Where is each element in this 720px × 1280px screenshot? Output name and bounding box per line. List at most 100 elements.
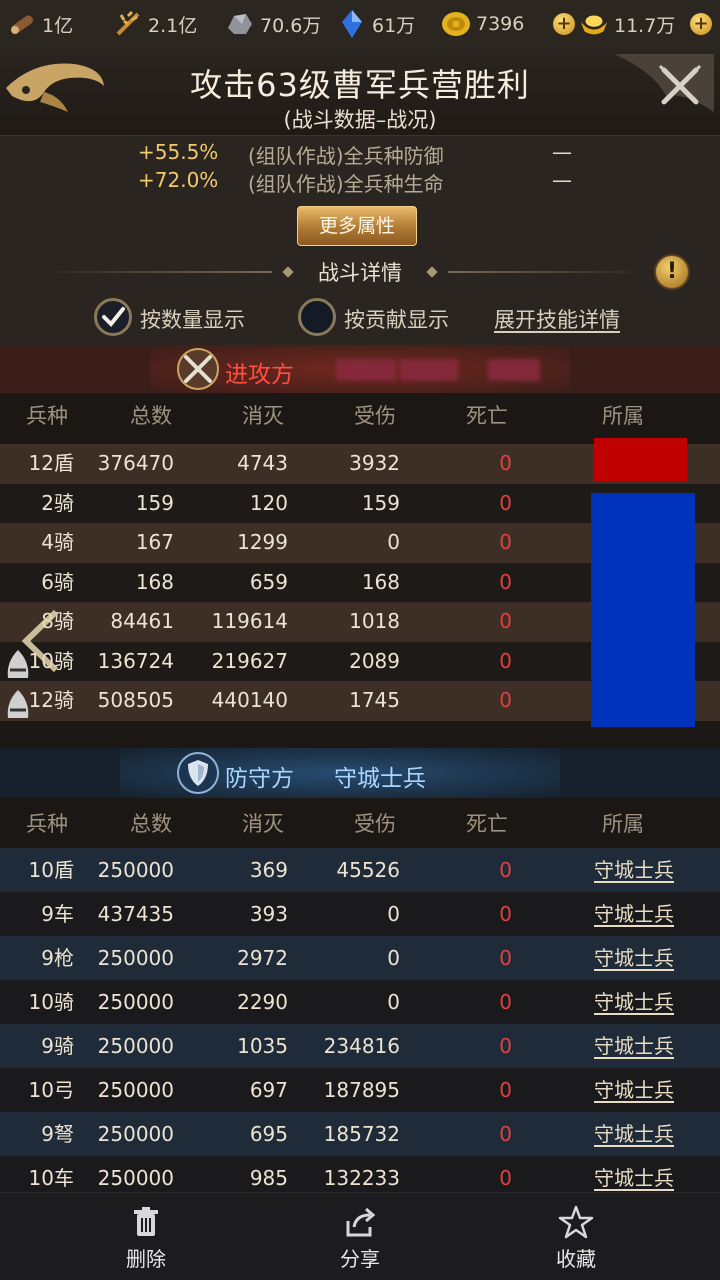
cell-kills: 2972 (237, 946, 288, 970)
cell-wounded: 0 (387, 902, 400, 926)
cell-wounded: 234816 (323, 1034, 400, 1058)
cell-kills: 120 (249, 490, 288, 515)
cell-owner[interactable]: 守城士兵 (594, 1024, 674, 1068)
cell-unit: 9弩 (41, 1122, 74, 1146)
cell-total: 376470 (97, 451, 174, 475)
by-contribution-radio[interactable] (298, 298, 336, 336)
resource-crystal: 61万 (336, 8, 415, 40)
cell-owner[interactable]: 守城士兵 (594, 1112, 674, 1156)
page-title: 攻击63级曹军兵营胜利 (190, 66, 530, 104)
cell-wounded: 0 (387, 530, 400, 554)
expand-skills-link[interactable]: 展开技能详情 (494, 304, 620, 334)
cell-owner[interactable]: 守城士兵 (594, 936, 674, 980)
cell-total: 250000 (97, 1078, 174, 1102)
resource-stone: 70.6万 (224, 8, 321, 40)
delete-button[interactable]: 删除 (96, 1205, 196, 1272)
table-row: 9车 437435 393 0 0 守城士兵 (0, 892, 720, 936)
cell-kills: 440140 (211, 688, 288, 712)
cell-kills: 219627 (211, 648, 288, 673)
cell-unit: 4骑 (41, 530, 74, 554)
cell-wounded: 187895 (323, 1078, 400, 1102)
cell-unit: 10盾 (28, 858, 74, 882)
owner-color-block (594, 438, 687, 482)
resource-gold: 11.7万 (578, 8, 675, 40)
cell-kills: 1035 (237, 1034, 288, 1058)
resource-wood: 1亿 (6, 8, 73, 40)
cell-wounded: 1018 (349, 609, 400, 633)
crossed-swords-icon (176, 347, 220, 391)
cell-dead: 0 (499, 1122, 512, 1146)
cell-total: 159 (135, 490, 174, 515)
cell-dead: 0 (499, 946, 512, 970)
cell-kills: 2290 (237, 990, 288, 1014)
attributes-panel: +55.5% (组队作战)全兵种防御 — +72.0% (组队作战)全兵种生命 … (0, 136, 720, 346)
share-button[interactable]: 分享 (310, 1205, 410, 1272)
table-row: 10弓 250000 697 187895 0 守城士兵 (0, 1068, 720, 1112)
table-row: 10盾 250000 369 45526 0 守城士兵 (0, 848, 720, 892)
cell-unit: 12盾 (28, 451, 74, 475)
cell-unit: 2骑 (41, 490, 74, 515)
cell-total: 437435 (97, 902, 174, 926)
cell-kills: 697 (249, 1078, 288, 1102)
cell-owner[interactable]: 守城士兵 (594, 1068, 674, 1112)
resource-coin: 7396 (440, 8, 524, 40)
cell-kills: 695 (249, 1122, 288, 1146)
table-row: 9枪 250000 2972 0 0 守城士兵 (0, 936, 720, 980)
add-ingot-button[interactable]: + (690, 13, 712, 35)
food-icon (112, 8, 144, 40)
cell-dead: 0 (499, 990, 512, 1014)
cell-dead: 0 (499, 1078, 512, 1102)
cell-dead: 0 (499, 1034, 512, 1058)
cell-dead: 0 (499, 530, 512, 554)
checkmark-icon (102, 307, 125, 327)
attribute-row: +72.0% (组队作战)全兵种生命 — (138, 168, 572, 196)
cell-total: 250000 (97, 990, 174, 1014)
cell-wounded: 2089 (349, 648, 400, 673)
cell-unit: 6骑 (41, 569, 74, 594)
by-count-radio[interactable] (94, 298, 132, 336)
table-row: 9骑 250000 1035 234816 0 守城士兵 (0, 1024, 720, 1068)
table-row: 9弩 250000 695 185732 0 守城士兵 (0, 1112, 720, 1156)
cell-unit: 9骑 (41, 1034, 74, 1058)
cell-wounded: 0 (387, 946, 400, 970)
resource-bar: 1亿 2.1亿 70.6万 61万 7396 + 11.7万 + (0, 0, 720, 48)
defender-header: 防守方 守城士兵 (0, 748, 720, 798)
coin-icon (440, 8, 472, 40)
hero-helmet-icon (4, 688, 32, 724)
by-count-label[interactable]: 按数量显示 (140, 304, 245, 334)
bottom-action-bar: 删除 分享 收藏 (0, 1192, 720, 1280)
cell-owner[interactable]: 守城士兵 (594, 892, 674, 936)
cell-kills: 369 (249, 858, 288, 882)
by-contribution-label[interactable]: 按贡献显示 (344, 304, 449, 334)
redacted-name (336, 359, 396, 381)
cell-wounded: 159 (361, 490, 400, 515)
more-attributes-button[interactable]: 更多属性 (297, 206, 417, 246)
cell-wounded: 3932 (349, 451, 400, 475)
shield-icon (176, 751, 220, 795)
table-row: 10骑 250000 2290 0 0 守城士兵 (0, 980, 720, 1024)
cell-wounded: 1745 (349, 688, 400, 712)
cell-owner[interactable]: 守城士兵 (594, 980, 674, 1024)
title-banner: 攻击63级曹军兵营胜利 (战斗数据–战况) (0, 48, 720, 136)
close-button[interactable] (614, 52, 714, 118)
stone-icon (224, 8, 256, 40)
info-icon[interactable]: ! (654, 254, 690, 290)
crossed-swords-close-icon (614, 54, 714, 112)
cell-kills: 393 (249, 902, 288, 926)
cell-owner[interactable]: 守城士兵 (594, 848, 674, 892)
cell-wounded: 45526 (336, 858, 400, 882)
hero-helmet-icon (4, 648, 32, 684)
cell-dead: 0 (499, 609, 512, 633)
cell-dead: 0 (499, 688, 512, 712)
cell-total: 250000 (97, 1034, 174, 1058)
favorite-button[interactable]: 收藏 (526, 1205, 626, 1272)
cell-dead: 0 (499, 902, 512, 926)
cell-dead: 0 (499, 858, 512, 882)
wood-icon (6, 8, 38, 40)
add-gold-button[interactable]: + (553, 13, 575, 35)
owner-color-block (591, 493, 695, 727)
cell-total: 250000 (97, 1122, 174, 1146)
resource-food: 2.1亿 (112, 8, 197, 40)
cell-wounded: 185732 (323, 1122, 400, 1146)
cell-total: 508505 (97, 688, 174, 712)
